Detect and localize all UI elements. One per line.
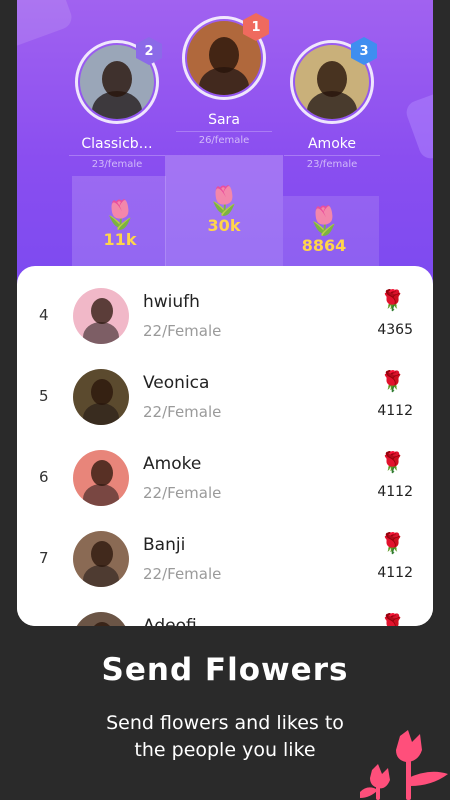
avatar[interactable] [73,369,129,425]
flower-icon: 🌹 [380,531,405,555]
divider [69,155,165,156]
flower-icon: 🌷 [206,184,242,217]
flower-icon: 🌹 [380,369,405,393]
score-value: 30k [207,216,241,235]
rank-number: 5 [39,387,49,405]
avatar[interactable] [73,288,129,344]
rank-number: 6 [39,468,49,486]
rank-number: 7 [39,549,49,567]
avatar-ring: 1 [182,13,269,100]
user-meta: 22/Female [143,403,222,421]
winner-name: Amoke [307,136,356,152]
score-value: 8864 [301,236,347,255]
list-item[interactable]: 6 Amoke 22/Female 🌹 4112 [17,440,433,520]
score-value: 11k [103,230,137,249]
flower-icon: 🌷 [306,204,342,237]
avatar[interactable] [73,612,129,626]
user-meta: 22/Female [143,565,222,583]
flower-count: 4112 [377,565,413,581]
flower-icon: 🌷 [102,198,138,231]
flower-count: 4112 [377,484,413,500]
flower-count: 4365 [377,322,413,338]
score-3: 🌷 8864 [284,204,364,256]
divider [176,131,272,132]
top-user-2[interactable]: 2 Classicb… 23/female [69,37,165,170]
flower-icon: 🌹 [380,612,405,626]
decor-shape [17,0,75,52]
user-name: Banji [143,535,186,555]
app-screen: 2 Classicb… 23/female 1 Sara 26/female 3… [17,0,433,626]
user-meta: 22/Female [143,322,222,340]
user-name: hwiufh [143,292,200,312]
list-item[interactable]: Adeofi… 🌹 [17,602,433,626]
avatar[interactable] [73,450,129,506]
list-item[interactable]: 4 hwiufh 22/Female 🌹 4365 [17,278,433,358]
promo-title: Send Flowers [101,652,349,688]
score-1: 🌷 30k [184,184,264,236]
decor-shape [403,88,433,162]
winner-meta: 23/female [91,159,143,170]
avatar[interactable] [73,531,129,587]
score-2: 🌷 11k [80,198,160,250]
user-name: Veonica [143,373,210,393]
winner-meta: 26/female [198,135,250,146]
winner-name: Sara [208,112,240,128]
ranking-list[interactable]: 4 hwiufh 22/Female 🌹 4365 5 Veonica 22/F… [17,266,433,626]
winner-name: Classicb… [81,136,153,152]
rank-number: 4 [39,306,49,324]
leaderboard-header: 2 Classicb… 23/female 1 Sara 26/female 3… [17,0,433,290]
tulip-icon [360,730,448,800]
avatar-ring: 2 [75,37,162,124]
list-item[interactable]: 7 Banji 22/Female 🌹 4112 [17,521,433,601]
top-user-3[interactable]: 3 Amoke 23/female [284,37,380,170]
avatar-ring: 3 [290,37,377,124]
user-meta: 22/Female [143,484,222,502]
flower-icon: 🌹 [380,450,405,474]
flower-count: 4112 [377,403,413,419]
list-item[interactable]: 5 Veonica 22/Female 🌹 4112 [17,359,433,439]
winner-meta: 23/female [306,159,358,170]
user-name: Adeofi… [143,616,214,626]
divider [284,155,380,156]
top-user-1[interactable]: 1 Sara 26/female [176,13,272,146]
flower-icon: 🌹 [380,288,405,312]
user-name: Amoke [143,454,202,474]
